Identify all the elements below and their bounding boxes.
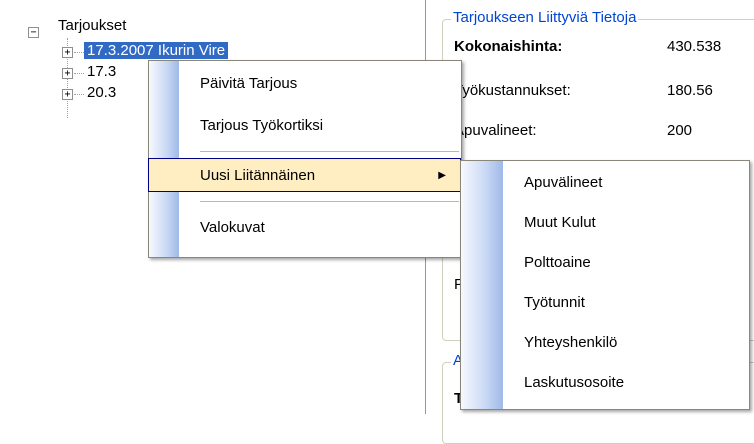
details-group-title: Tarjoukseen Liittyviä Tietoja (451, 9, 639, 26)
tree-item[interactable]: 17.3 (84, 63, 119, 80)
context-menu[interactable]: Päivitä Tarjous Tarjous Työkortiksi Uusi… (148, 60, 462, 258)
submenu-item-work-hours[interactable]: Työtunnit (461, 286, 749, 320)
total-price-value: 430.538 (667, 38, 722, 55)
tree-item-selected[interactable]: 17.3.2007 Ikurin Vire (84, 42, 229, 59)
submenu[interactable]: Apuvälineet Muut Kulut Polttoaine Työtun… (460, 160, 750, 410)
menu-item-label: Työtunnit (524, 294, 585, 311)
total-price-label: Kokonaishinta: (454, 38, 563, 55)
tools-label: Apuvalineet: (454, 122, 537, 139)
menu-item-label: Laskutusosoite (524, 374, 625, 391)
tree-connector (74, 52, 84, 53)
menu-item-label: Päivitä Tarjous (200, 75, 298, 92)
menu-item-label: Polttoaine (524, 254, 591, 271)
expand-icon[interactable]: + (62, 89, 73, 100)
menu-item-label: Muut Kulut (524, 214, 596, 231)
menu-item-label: Tarjous Työkortiksi (200, 117, 324, 134)
submenu-item-contact-person[interactable]: Yhteyshenkilö (461, 326, 749, 360)
submenu-item-billing-address[interactable]: Laskutusosoite (461, 366, 749, 400)
menu-item-label: Valokuvat (200, 219, 265, 236)
menu-item-new-attachment[interactable]: Uusi Liitännäinen ▶ (148, 158, 461, 192)
menu-item-offer-to-workcard[interactable]: Tarjous Työkortiksi (149, 109, 461, 143)
expand-icon[interactable]: + (62, 47, 73, 58)
labor-cost-value: 180.56 (667, 82, 713, 99)
menu-separator (200, 201, 459, 202)
tree-connector (74, 73, 84, 74)
menu-separator (200, 151, 459, 152)
submenu-item-other-costs[interactable]: Muut Kulut (461, 206, 749, 240)
tree-item[interactable]: 20.3 (84, 84, 119, 101)
labor-cost-label: Työkustannukset: (454, 82, 571, 99)
menu-item-label: Yhteyshenkilö (524, 334, 618, 351)
tree-root-label[interactable]: Tarjoukset (55, 16, 129, 36)
chevron-right-icon: ▶ (438, 170, 446, 181)
menu-item-label: Uusi Liitännäinen (200, 167, 316, 184)
submenu-item-tools[interactable]: Apuvälineet (461, 166, 749, 200)
collapse-icon[interactable]: − (28, 27, 39, 38)
menu-item-photos[interactable]: Valokuvat (149, 211, 461, 245)
submenu-item-fuel[interactable]: Polttoaine (461, 246, 749, 280)
expand-icon[interactable]: + (62, 68, 73, 79)
menu-item-label: Apuvälineet (524, 174, 603, 191)
tools-value: 200 (667, 122, 693, 139)
menu-item-update-offer[interactable]: Päivitä Tarjous (149, 67, 461, 101)
tree-connector (74, 94, 84, 95)
